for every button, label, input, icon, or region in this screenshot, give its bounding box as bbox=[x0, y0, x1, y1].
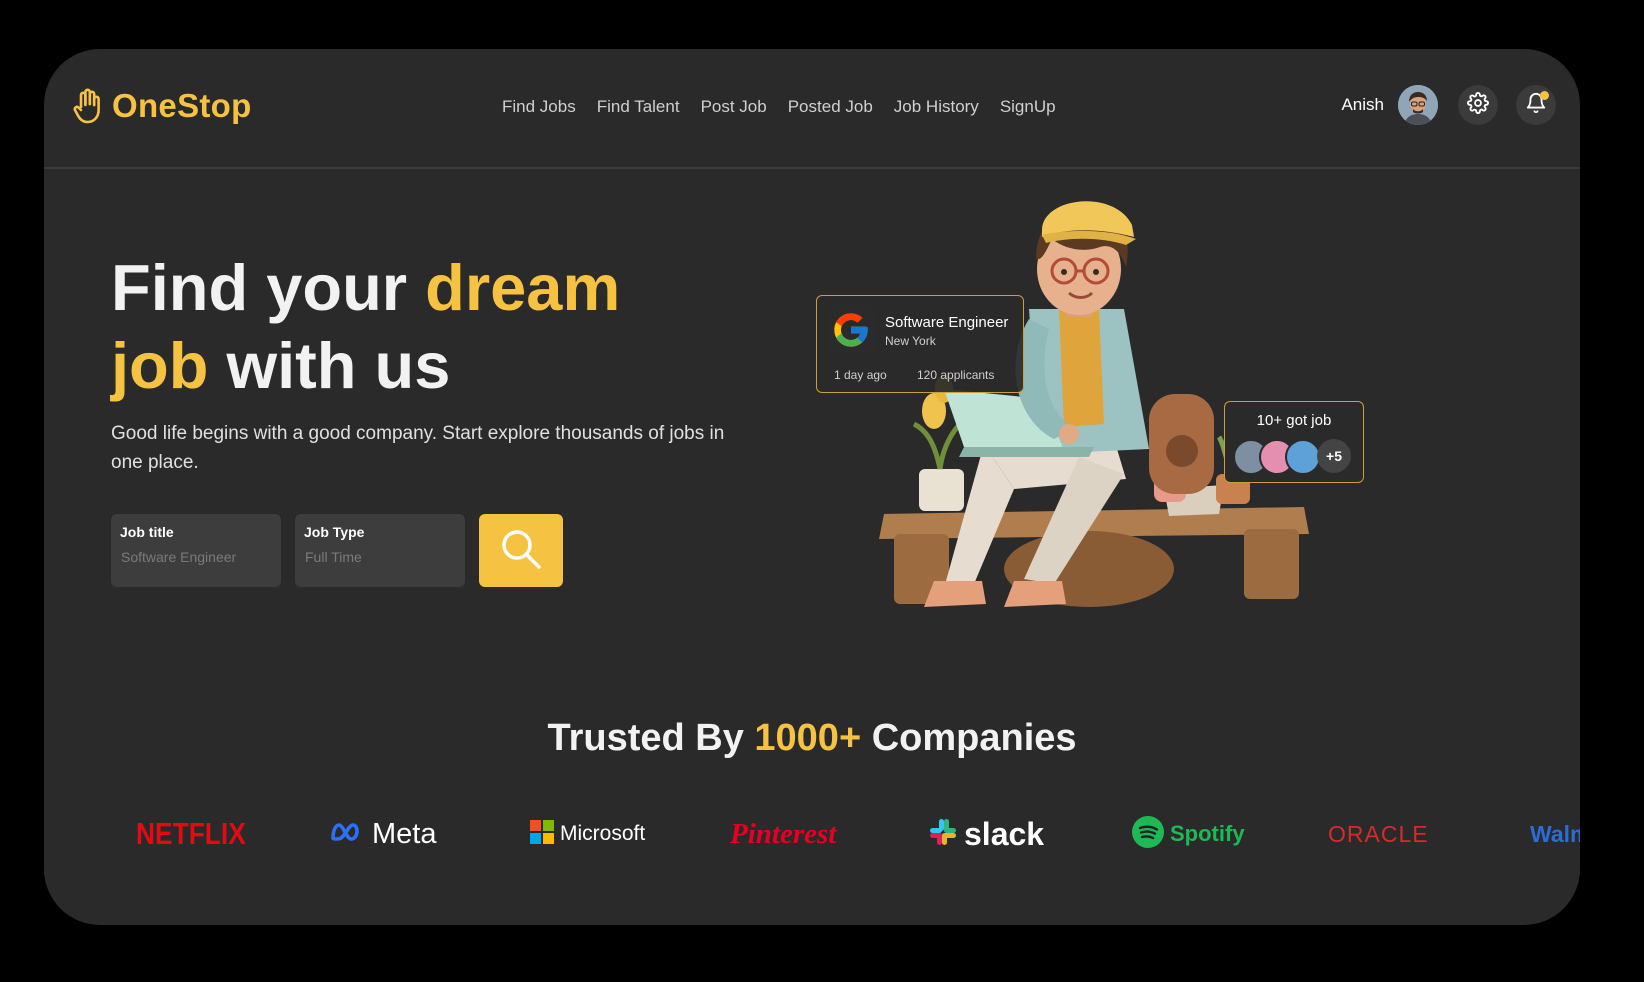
microsoft-logo: Microsoft bbox=[530, 809, 645, 859]
avatar bbox=[1285, 439, 1321, 475]
nav-post-job[interactable]: Post Job bbox=[701, 97, 767, 117]
hero-title-text: Find your bbox=[111, 251, 426, 324]
nav-find-jobs[interactable]: Find Jobs bbox=[502, 97, 576, 117]
job-card-applicants: 120 applicants bbox=[917, 368, 995, 382]
microsoft-icon bbox=[530, 819, 554, 849]
brand-logo[interactable]: OneStop bbox=[72, 87, 252, 125]
company-name: Pinterest bbox=[730, 817, 837, 850]
company-name: NETFLIX bbox=[136, 816, 246, 851]
nav-find-talent[interactable]: Find Talent bbox=[597, 97, 680, 117]
company-logos: NETFLIX Meta Microsoft Pinterest slack S… bbox=[44, 809, 1580, 859]
search-button[interactable] bbox=[479, 514, 563, 587]
gear-icon bbox=[1467, 91, 1489, 119]
job-card-location: New York bbox=[885, 334, 936, 348]
slack-icon bbox=[928, 817, 958, 852]
got-job-label: 10+ got job bbox=[1256, 412, 1332, 429]
netflix-logo: NETFLIX bbox=[136, 809, 265, 859]
job-type-label: Job Type bbox=[304, 524, 365, 540]
company-name: Microsoft bbox=[560, 822, 646, 845]
user-area: Anish bbox=[1341, 85, 1556, 125]
got-job-card: 10+ got job +5 bbox=[1224, 401, 1364, 483]
meta-logo: Meta bbox=[330, 809, 436, 859]
notifications-button[interactable] bbox=[1516, 85, 1556, 125]
meta-icon bbox=[330, 822, 366, 847]
job-preview-card[interactable]: Software Engineer New York 1 day ago 120… bbox=[816, 295, 1024, 393]
oracle-logo: ORACLE bbox=[1328, 809, 1429, 859]
settings-button[interactable] bbox=[1458, 85, 1498, 125]
trusted-text: Companies bbox=[861, 717, 1077, 759]
hero-title-text: with us bbox=[208, 329, 451, 402]
trusted-heading: Trusted By 1000+ Companies bbox=[44, 717, 1580, 760]
job-card-posted: 1 day ago bbox=[834, 368, 887, 382]
brand-name: OneStop bbox=[112, 87, 252, 124]
trusted-text: Trusted By bbox=[547, 717, 755, 759]
job-title-field[interactable]: Job title bbox=[111, 514, 281, 587]
trusted-accent: 1000+ bbox=[754, 717, 862, 759]
hero-title: Find your dream job with us bbox=[111, 249, 620, 405]
navbar: OneStop Find Jobs Find Talent Post Job P… bbox=[44, 49, 1580, 169]
hero-title-accent: dream bbox=[425, 251, 621, 324]
search-icon bbox=[497, 525, 545, 576]
pinterest-logo: Pinterest bbox=[730, 809, 836, 859]
hand-icon bbox=[72, 87, 104, 125]
app-window: OneStop Find Jobs Find Talent Post Job P… bbox=[44, 49, 1580, 925]
google-logo-icon bbox=[827, 306, 875, 354]
avatar[interactable] bbox=[1398, 85, 1438, 125]
notification-dot bbox=[1540, 91, 1549, 100]
job-title-label: Job title bbox=[120, 524, 174, 540]
company-name: Meta bbox=[372, 817, 437, 850]
slack-logo: slack bbox=[928, 809, 1044, 859]
user-name: Anish bbox=[1341, 95, 1384, 114]
job-card-title: Software Engineer bbox=[885, 314, 1009, 331]
spotify-icon bbox=[1132, 815, 1164, 853]
nav-job-history[interactable]: Job History bbox=[894, 97, 979, 117]
company-name: Walmart bbox=[1530, 820, 1580, 847]
main-menu: Find Jobs Find Talent Post Job Posted Jo… bbox=[502, 97, 1056, 117]
company-name: slack bbox=[964, 815, 1045, 852]
job-type-field[interactable]: Job Type bbox=[295, 514, 465, 587]
more-count-badge: +5 bbox=[1317, 439, 1351, 473]
nav-posted-job[interactable]: Posted Job bbox=[788, 97, 873, 117]
job-title-input[interactable] bbox=[111, 540, 271, 565]
spotify-logo: Spotify bbox=[1132, 809, 1245, 859]
job-type-input[interactable] bbox=[295, 540, 455, 565]
hero-subtitle: Good life begins with a good company. St… bbox=[111, 423, 725, 473]
hero-title-accent: job bbox=[111, 329, 209, 402]
company-name: ORACLE bbox=[1328, 820, 1429, 847]
walmart-logo: Walmart bbox=[1530, 809, 1580, 859]
company-name: Spotify bbox=[1170, 821, 1245, 846]
nav-signup[interactable]: SignUp bbox=[1000, 97, 1056, 117]
